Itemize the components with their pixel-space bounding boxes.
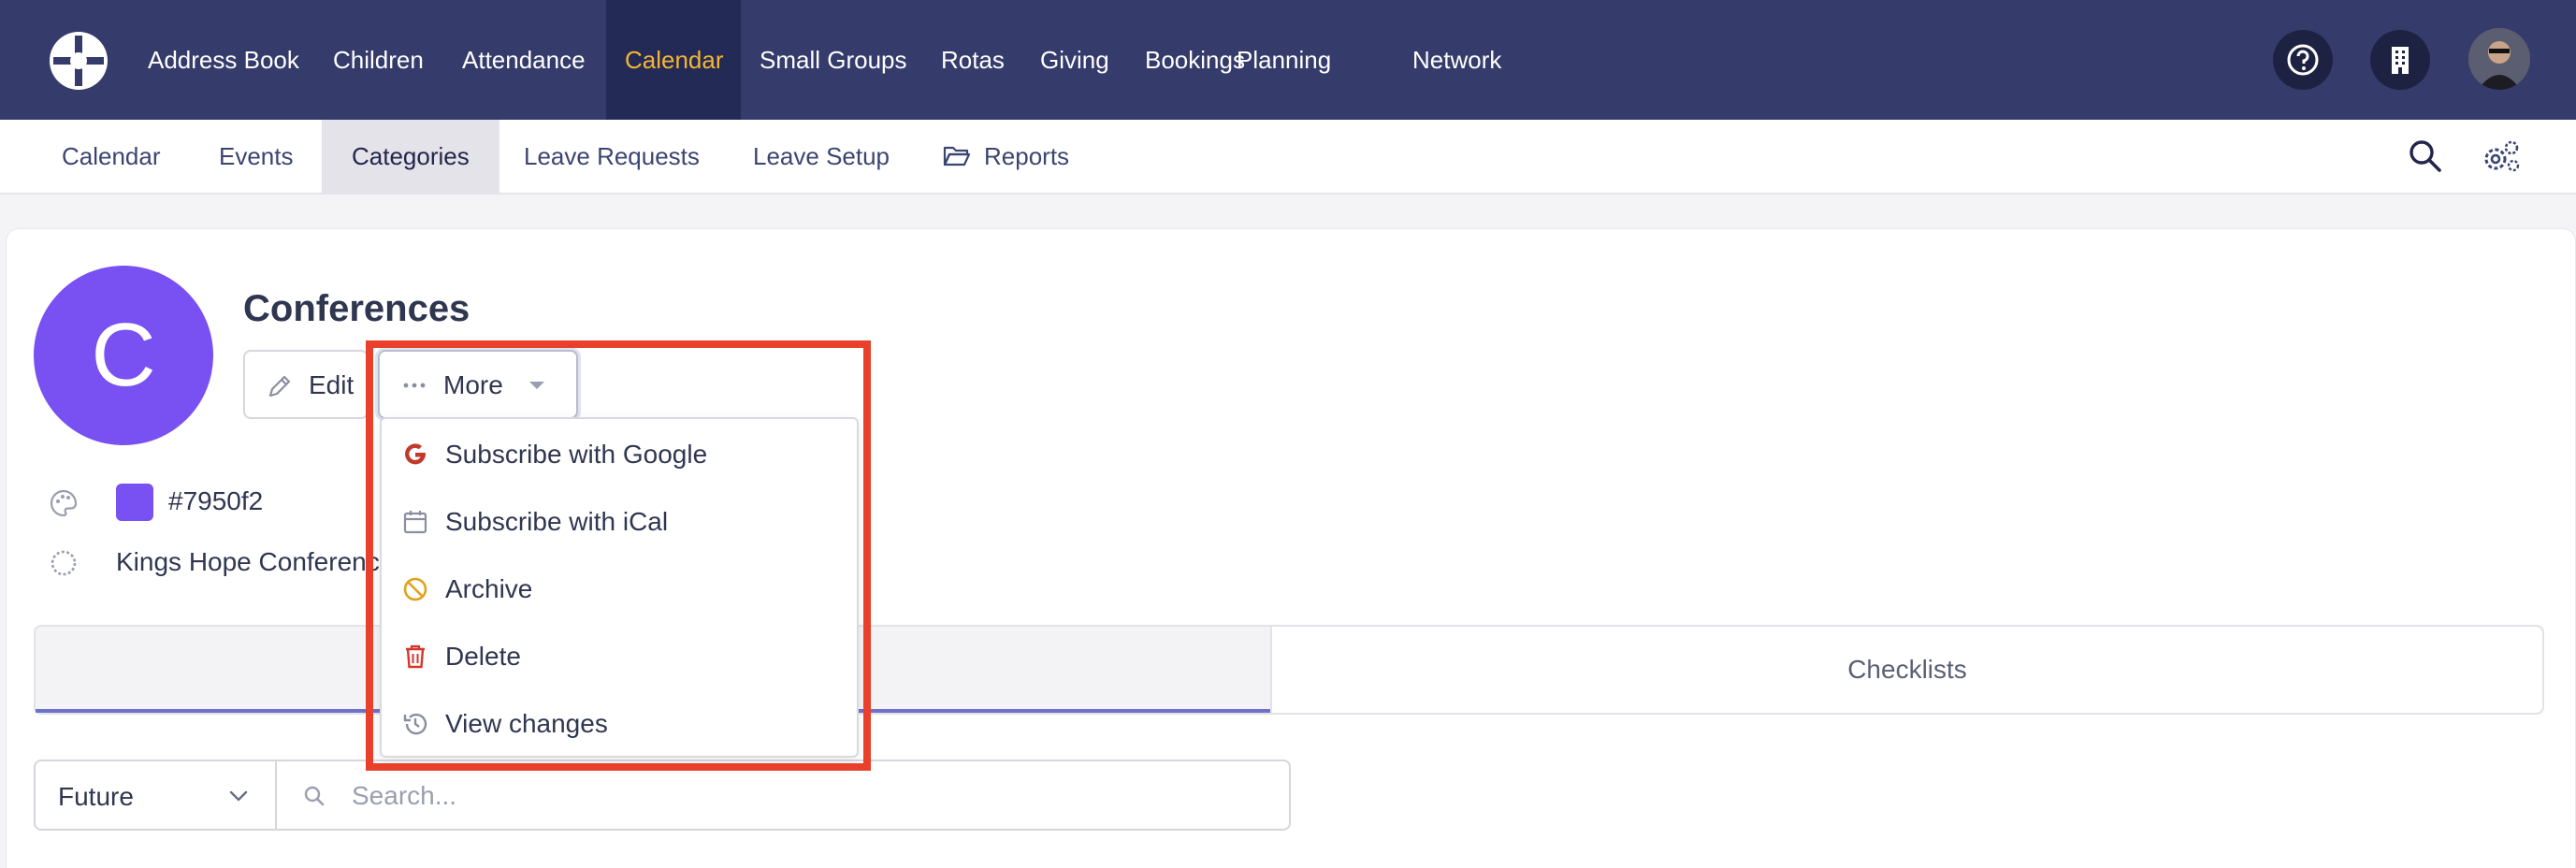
nav-item-small-groups[interactable]: Small Groups [741,0,926,120]
avatar[interactable] [2468,28,2530,90]
search-icon[interactable] [2408,138,2443,174]
sub-navigation-bar: Calendar Events Categories Leave Request… [0,120,2576,195]
subnav-item-calendar[interactable]: Calendar [32,120,191,193]
edit-button[interactable]: Edit [243,350,369,419]
subnav-item-events[interactable]: Events [189,120,324,193]
ellipsis-icon [403,383,426,388]
history-icon [403,713,427,735]
organisation-button[interactable] [2370,30,2430,90]
building-icon [2392,47,2409,74]
dashed-circle-icon [51,550,77,576]
edit-button-label: Edit [309,370,355,399]
more-button[interactable]: More [378,350,578,419]
caret-down-icon [529,382,544,389]
user-photo-icon [2468,28,2530,90]
trash-icon [406,644,425,669]
menu-item-label: Archive [445,574,533,603]
top-navigation-bar: Address Book Children Attendance Calenda… [0,0,2576,120]
time-filter-select[interactable]: Future [34,760,277,831]
tab-checklists[interactable]: Checklists [1270,627,2542,713]
search-input[interactable] [352,778,1250,814]
subnav-item-leave-requests[interactable]: Leave Requests [494,120,730,193]
chevron-down-icon [229,790,248,802]
google-icon [405,443,426,465]
help-icon [2287,44,2319,76]
nav-item-address-book[interactable]: Address Book [129,0,318,120]
subnav-item-leave-setup[interactable]: Leave Setup [723,120,919,193]
menu-item-delete[interactable]: Delete [382,623,857,690]
category-description: Kings Hope Conferenc [116,547,380,576]
help-button[interactable] [2273,30,2333,90]
nav-item-attendance[interactable]: Attendance [443,0,604,120]
nav-item-children[interactable]: Children [314,0,442,120]
search-field-icon [304,786,325,806]
category-color-value: #7950f2 [168,486,264,515]
category-color-swatch [116,484,153,521]
nav-item-rotas[interactable]: Rotas [922,0,1023,120]
menu-item-view-changes[interactable]: View changes [382,690,857,758]
category-avatar: C [34,266,213,445]
menu-item-subscribe-google[interactable]: Subscribe with Google [382,421,857,488]
menu-item-label: Delete [445,642,521,671]
settings-gear-icon[interactable] [2481,138,2522,176]
nav-item-calendar[interactable]: Calendar [606,0,741,120]
folder-open-icon [943,146,971,166]
menu-item-subscribe-ical[interactable]: Subscribe with iCal [382,488,857,556]
ban-icon [403,577,427,601]
search-box [275,760,1291,831]
nav-item-planning[interactable]: Planning [1218,0,1350,120]
menu-item-label: Subscribe with iCal [445,507,669,536]
menu-item-label: View changes [445,709,608,738]
menu-item-archive[interactable]: Archive [382,556,857,623]
subnav-item-categories[interactable]: Categories [322,120,499,193]
page-title: Conferences [243,288,470,329]
time-filter-value: Future [58,782,134,811]
pencil-icon [268,375,291,398]
nav-item-giving[interactable]: Giving [1021,0,1128,120]
subnav-reports-label: Reports [984,142,1070,170]
calendar-icon [403,511,427,534]
more-actions-menu: Subscribe with Google Subscribe with iCa… [380,417,859,758]
menu-item-label: Subscribe with Google [445,440,708,469]
logo-icon[interactable] [48,30,109,92]
subnav-item-reports[interactable]: Reports [913,120,1099,193]
more-button-label: More [443,370,503,399]
nav-item-network[interactable]: Network [1394,0,1520,120]
palette-icon [50,489,78,517]
